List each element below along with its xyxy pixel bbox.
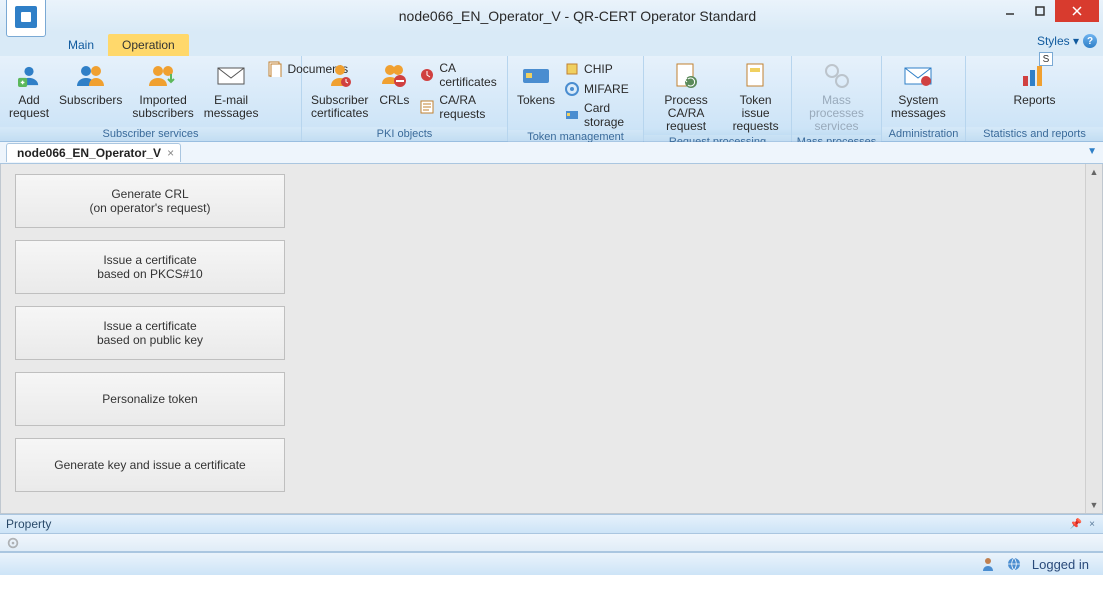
ribbon-tabbar: Main Operation Styles ▾ ? S: [0, 32, 1103, 56]
logged-in-label: Logged in: [1032, 557, 1089, 572]
imported-subscribers-button[interactable]: Imported subscribers: [127, 58, 198, 122]
pin-icon[interactable]: 📌: [1069, 517, 1083, 531]
mass-processes-button: Mass processes services: [796, 58, 877, 135]
subscribers-label: Subscribers: [59, 94, 122, 107]
personalize-token-button[interactable]: Personalize token: [15, 372, 285, 426]
tokens-icon: [520, 60, 552, 92]
vertical-scrollbar[interactable]: ▲ ▼: [1085, 164, 1102, 513]
add-request-label: Add request: [9, 94, 49, 120]
app-icon: [15, 6, 37, 28]
scroll-up-icon[interactable]: ▲: [1086, 164, 1102, 180]
tab-main[interactable]: Main: [54, 34, 108, 56]
process-ca-ra-button[interactable]: Process CA/RA request: [648, 58, 724, 135]
property-panel-header[interactable]: Property 📌 ×: [0, 514, 1103, 534]
gear-icon[interactable]: [6, 536, 20, 550]
ca-ra-requests-button[interactable]: CA/RA requests: [415, 92, 503, 122]
subscriber-certificates-button[interactable]: Subscriber certificates: [306, 58, 373, 122]
token-issue-icon: [740, 60, 772, 92]
certificate-icon: [324, 60, 356, 92]
ca-ra-requests-label: CA/RA requests: [439, 93, 499, 121]
mifare-icon: [564, 81, 580, 97]
document-body: Generate CRL (on operator's request) Iss…: [0, 164, 1103, 514]
imported-subscribers-label: Imported subscribers: [132, 94, 193, 120]
subscribers-button[interactable]: Subscribers: [54, 58, 127, 109]
pki-objects-group-label: PKI objects: [302, 127, 507, 141]
system-messages-button[interactable]: System messages: [886, 58, 951, 122]
subscriber-services-group-label: Subscriber services: [0, 127, 301, 141]
styles-dropdown[interactable]: Styles ▾: [1037, 34, 1079, 48]
property-panel-body: [0, 534, 1103, 552]
card-storage-button[interactable]: Card storage: [560, 100, 639, 130]
generate-crl-button[interactable]: Generate CRL (on operator's request): [15, 174, 285, 228]
email-messages-button[interactable]: E-mail messages: [199, 58, 264, 122]
crls-label: CRLs: [379, 94, 409, 107]
token-issue-requests-button[interactable]: Token issue requests: [724, 58, 787, 135]
tab-operation[interactable]: Operation: [108, 34, 189, 56]
document-tab-label: node066_EN_Operator_V: [17, 146, 161, 160]
keytip-s: S: [1039, 52, 1053, 66]
card-storage-icon: [564, 107, 580, 123]
close-tab-icon[interactable]: ×: [167, 146, 174, 160]
minimize-button[interactable]: [995, 0, 1025, 22]
issue-cert-pubkey-button[interactable]: Issue a certificate based on public key: [15, 306, 285, 360]
document-tabstrip: node066_EN_Operator_V × ▼: [0, 142, 1103, 164]
close-panel-icon[interactable]: ×: [1085, 517, 1099, 531]
system-messages-icon: [902, 60, 934, 92]
reports-label: Reports: [1013, 94, 1055, 107]
imported-subscribers-icon: [147, 60, 179, 92]
operation-button-list: Generate CRL (on operator's request) Iss…: [1, 164, 291, 513]
document-area: node066_EN_Operator_V × ▼ Generate CRL (…: [0, 142, 1103, 514]
user-status-icon: [980, 556, 996, 572]
ca-ra-requests-icon: [419, 99, 435, 115]
gen-key-issue-cert-button[interactable]: Generate key and issue a certificate: [15, 438, 285, 492]
ca-certificates-label: CA certificates: [439, 61, 499, 89]
chip-icon: [564, 61, 580, 77]
property-panel-title: Property: [6, 517, 51, 531]
process-icon: [670, 60, 702, 92]
documents-icon: [267, 61, 283, 77]
crls-icon: [378, 60, 410, 92]
mifare-button[interactable]: MIFARE: [560, 80, 639, 98]
process-ca-ra-label: Process CA/RA request: [653, 94, 719, 133]
email-messages-label: E-mail messages: [204, 94, 259, 120]
administration-group-label: Administration: [882, 127, 965, 141]
tabs-dropdown-icon[interactable]: ▼: [1087, 146, 1097, 157]
add-request-button[interactable]: Add request: [4, 58, 54, 122]
mass-processes-label: Mass processes services: [801, 94, 872, 133]
close-button[interactable]: [1055, 0, 1099, 22]
ribbon: Add request Subscribers Imported subscri…: [0, 56, 1103, 142]
title-bar: node066_EN_Operator_V - QR-CERT Operator…: [0, 0, 1103, 32]
tokens-label: Tokens: [517, 94, 555, 107]
email-icon: [215, 60, 247, 92]
status-bar: Logged in: [0, 552, 1103, 575]
mass-processes-icon: [821, 60, 853, 92]
mifare-label: MIFARE: [584, 82, 629, 96]
network-status-icon: [1006, 556, 1022, 572]
maximize-button[interactable]: [1025, 0, 1055, 22]
subscriber-certificates-label: Subscriber certificates: [311, 94, 368, 120]
subscribers-icon: [75, 60, 107, 92]
chip-button[interactable]: CHIP: [560, 60, 639, 78]
scroll-down-icon[interactable]: ▼: [1086, 497, 1102, 513]
card-storage-label: Card storage: [584, 101, 635, 129]
ca-certificates-icon: [419, 67, 435, 83]
document-tab[interactable]: node066_EN_Operator_V ×: [6, 143, 181, 162]
window-title: node066_EN_Operator_V - QR-CERT Operator…: [52, 8, 1103, 24]
ca-certificates-button[interactable]: CA certificates: [415, 60, 503, 90]
statistics-reports-group-label: Statistics and reports: [966, 127, 1103, 141]
system-messages-label: System messages: [891, 94, 946, 120]
token-issue-label: Token issue requests: [729, 94, 782, 133]
tokens-button[interactable]: Tokens: [512, 58, 560, 109]
help-icon[interactable]: ?: [1083, 34, 1097, 48]
issue-cert-pkcs10-button[interactable]: Issue a certificate based on PKCS#10: [15, 240, 285, 294]
crls-button[interactable]: CRLs: [373, 58, 415, 109]
add-request-icon: [13, 60, 45, 92]
chip-label: CHIP: [584, 62, 613, 76]
app-menu-button[interactable]: [6, 0, 46, 37]
